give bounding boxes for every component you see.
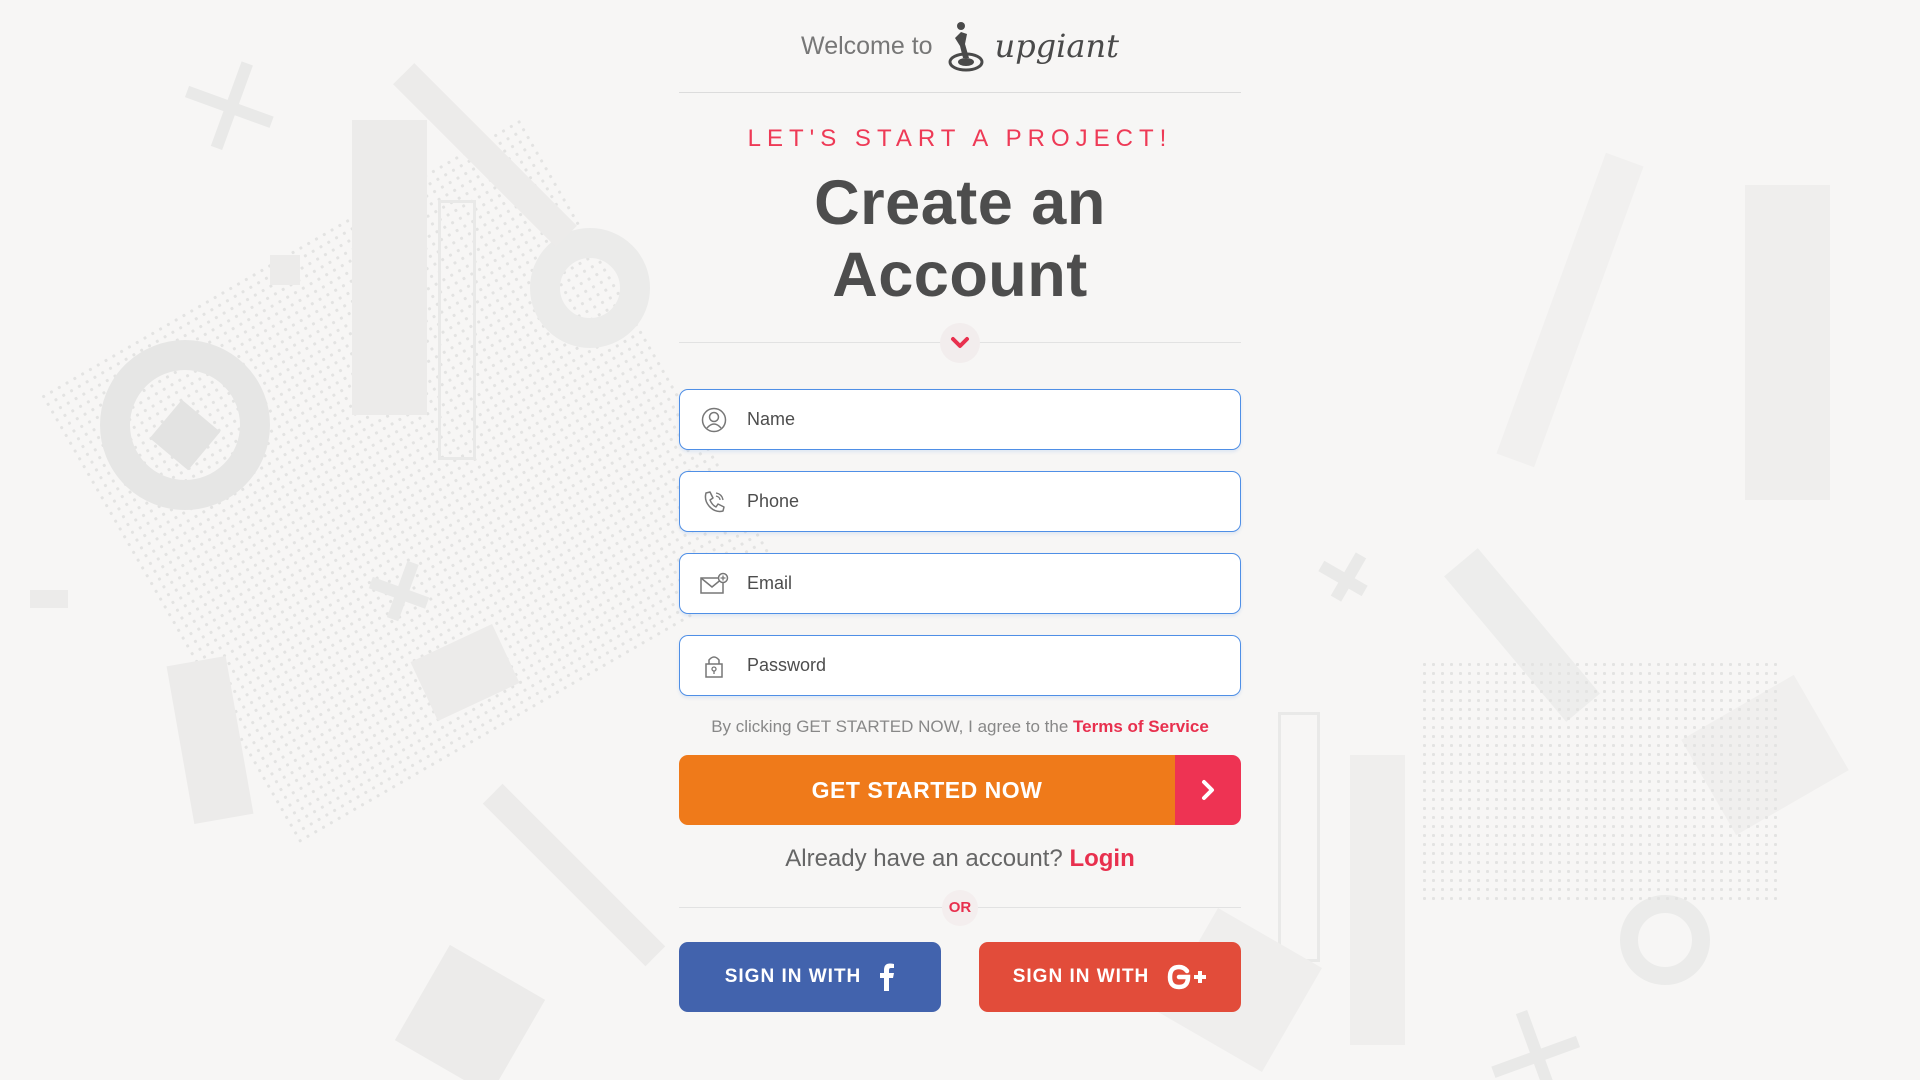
google-plus-icon xyxy=(1168,964,1207,990)
password-field[interactable] xyxy=(679,635,1241,696)
or-label: OR xyxy=(942,889,978,926)
terms-of-service-link[interactable]: Terms of Service xyxy=(1073,717,1209,736)
signup-panel: Welcome to upgiant LET'S START A PROJECT… xyxy=(679,0,1241,1012)
facebook-button-label: SIGN IN WITH xyxy=(724,966,862,987)
facebook-sign-in-button[interactable]: SIGN IN WITH xyxy=(679,942,941,1012)
get-started-button[interactable]: GET STARTED NOW xyxy=(679,755,1241,825)
social-login: SIGN IN WITH SIGN IN WITH xyxy=(679,942,1241,1012)
login-prompt: Already have an account? Login xyxy=(679,845,1241,873)
login-prompt-text: Already have an account? xyxy=(785,845,1070,872)
chevron-down-icon xyxy=(940,322,980,363)
section-divider xyxy=(679,322,1241,363)
google-button-label: SIGN IN WITH xyxy=(1012,966,1150,987)
signup-form xyxy=(679,389,1241,696)
phone-field[interactable] xyxy=(679,471,1241,532)
welcome-text: Welcome to xyxy=(801,31,933,60)
name-field[interactable] xyxy=(679,389,1241,450)
header: Welcome to upgiant xyxy=(679,0,1241,93)
name-input[interactable] xyxy=(747,409,1187,430)
logo-text: upgiant xyxy=(994,27,1119,65)
email-field[interactable] xyxy=(679,553,1241,614)
email-input[interactable] xyxy=(747,573,1187,594)
chevron-right-icon xyxy=(1175,755,1241,825)
or-divider: OR xyxy=(679,889,1241,926)
kicker-text: LET'S START A PROJECT! xyxy=(747,125,1173,152)
person-target-icon xyxy=(948,22,984,72)
brand-logo[interactable]: upgiant xyxy=(947,20,1119,72)
facebook-icon xyxy=(880,963,895,991)
terms-text: By clicking GET STARTED NOW, I agree to … xyxy=(679,717,1241,737)
lock-icon xyxy=(680,653,747,679)
envelope-icon xyxy=(680,572,747,596)
get-started-label: GET STARTED NOW xyxy=(679,755,1175,825)
phone-input[interactable] xyxy=(747,491,1187,512)
terms-prefix: By clicking GET STARTED NOW, I agree to … xyxy=(711,717,1074,736)
page-title: Create an Account xyxy=(814,168,1106,310)
user-icon xyxy=(680,407,747,433)
login-link[interactable]: Login xyxy=(1069,845,1134,872)
google-plus-sign-in-button[interactable]: SIGN IN WITH xyxy=(979,942,1241,1012)
phone-icon xyxy=(680,489,747,515)
password-input[interactable] xyxy=(747,655,1187,676)
